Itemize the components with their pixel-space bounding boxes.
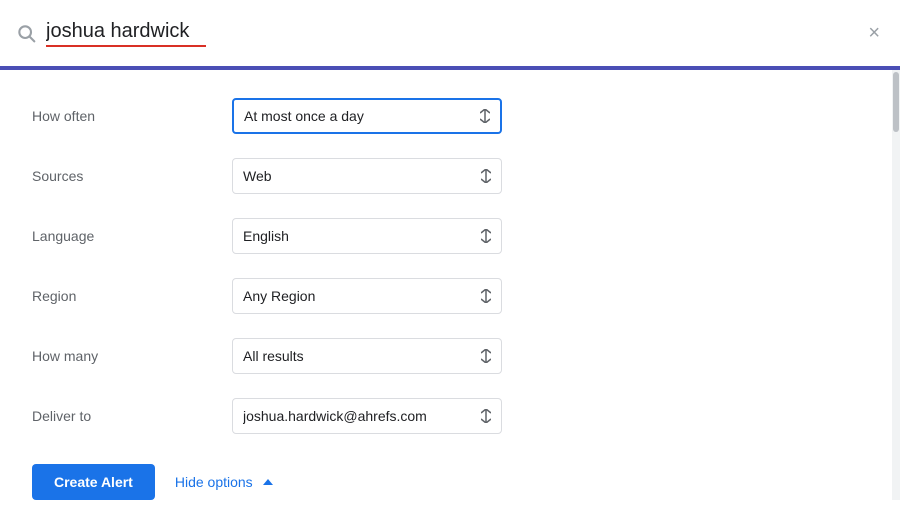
sources-select[interactable]: Automatic Web News Blogs Video Books Dis… [232, 158, 502, 194]
deliver-to-select[interactable]: joshua.hardwick@ahrefs.com [232, 398, 502, 434]
search-underline [46, 45, 206, 47]
how-many-select[interactable]: All results Only the best results [232, 338, 502, 374]
language-label: Language [32, 228, 232, 244]
search-input-wrap [46, 20, 864, 47]
language-select[interactable]: English Any Language [232, 218, 502, 254]
actions-row: Create Alert Hide options [32, 446, 868, 508]
how-often-select[interactable]: At most once a day As-it-happens At most… [232, 98, 502, 134]
how-often-label: How often [32, 108, 232, 124]
language-row: Language English Any Language [32, 206, 868, 266]
sources-label: Sources [32, 168, 232, 184]
how-many-label: How many [32, 348, 232, 364]
alert-options-form: How often At most once a day As-it-happe… [0, 70, 900, 528]
how-many-row: How many All results Only the best resul… [32, 326, 868, 386]
search-bar: × [0, 0, 900, 70]
scrollbar[interactable] [892, 70, 900, 500]
region-row: Region Any Region United States [32, 266, 868, 326]
how-often-row: How often At most once a day As-it-happe… [32, 86, 868, 146]
close-button[interactable]: × [864, 18, 884, 49]
scrollbar-thumb [893, 72, 899, 132]
deliver-to-label: Deliver to [32, 408, 232, 424]
create-alert-button[interactable]: Create Alert [32, 464, 155, 500]
region-select[interactable]: Any Region United States [232, 278, 502, 314]
hide-options-button[interactable]: Hide options [175, 474, 273, 490]
search-input[interactable] [46, 20, 864, 43]
sources-row: Sources Automatic Web News Blogs Video B… [32, 146, 868, 206]
region-label: Region [32, 288, 232, 304]
arrow-up-icon [263, 479, 273, 485]
search-icon [16, 23, 36, 43]
deliver-to-row: Deliver to joshua.hardwick@ahrefs.com [32, 386, 868, 446]
